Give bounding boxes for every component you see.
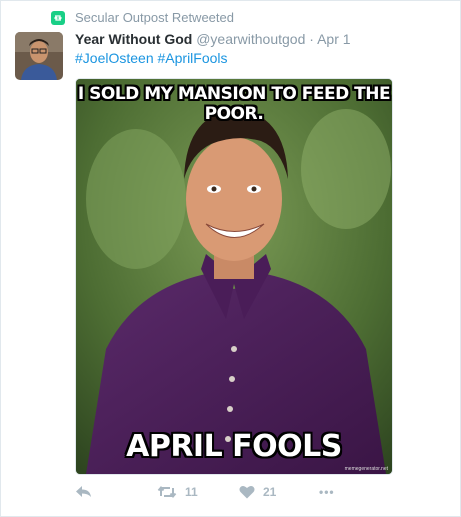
display-name[interactable]: Year Without God (75, 31, 192, 47)
separator-dot: · (309, 31, 314, 47)
meme-bottom-caption: APRIL FOOLS (126, 429, 342, 464)
meme-top-caption: I SOLD MY MANSION TO FEED THE POOR. (77, 84, 391, 124)
retweet-count: 11 (185, 485, 198, 499)
tweet-text: #JoelOsteen #AprilFools (75, 50, 228, 66)
hashtag-link[interactable]: #AprilFools (158, 50, 228, 66)
image-watermark: memegenerator.net (344, 466, 388, 472)
user-handle[interactable]: @yearwithoutgod (196, 31, 305, 47)
retweet-context-text[interactable]: Secular Outpost Retweeted (75, 10, 234, 25)
tweet-actions: 11 21 ••• (75, 485, 335, 499)
avatar[interactable] (15, 32, 63, 80)
heart-icon (239, 485, 255, 499)
retweet-badge-icon (51, 10, 65, 25)
tweet-header: Year Without God @yearwithoutgod · Apr 1 (75, 31, 351, 47)
tweet-card[interactable]: Secular Outpost Retweeted Year Without G… (0, 0, 461, 517)
like-button[interactable]: 21 (239, 485, 319, 499)
more-icon: ••• (319, 485, 335, 499)
like-count: 21 (263, 485, 277, 499)
more-button[interactable]: ••• (319, 485, 335, 499)
reply-button[interactable] (75, 485, 157, 499)
reply-icon (76, 486, 91, 497)
tweet-media-image[interactable]: I SOLD MY MANSION TO FEED THE POOR. APRI… (75, 78, 393, 475)
hashtag-link[interactable]: #JoelOsteen (75, 50, 154, 66)
retweet-context: Secular Outpost Retweeted (51, 10, 234, 25)
retweet-button[interactable]: 11 (157, 485, 239, 499)
meme-photo (76, 79, 392, 474)
retweet-icon (157, 485, 177, 499)
tweet-timestamp[interactable]: Apr 1 (317, 31, 350, 47)
